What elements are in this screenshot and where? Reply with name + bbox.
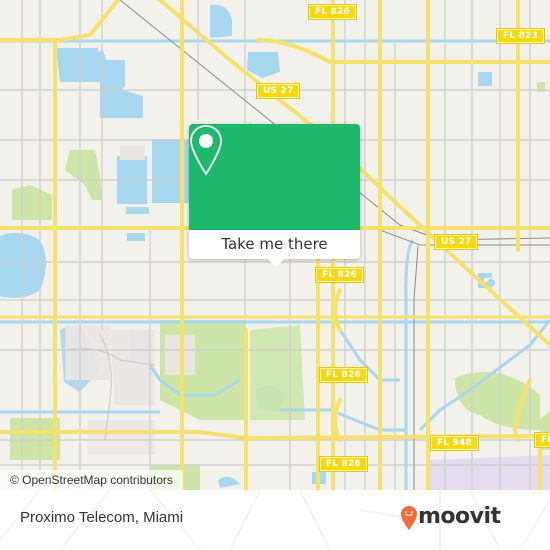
road-label-fl-826: FL 826	[320, 368, 368, 382]
location-popup[interactable]: Take me there	[189, 124, 360, 267]
popup-header[interactable]	[189, 124, 360, 230]
road-label-fl: FL	[535, 433, 550, 447]
place-name: Proximo Telecom, Miami	[20, 509, 184, 526]
road-label-us-27: US 27	[257, 84, 300, 98]
road-label-fl-826: FL 826	[316, 268, 364, 282]
road-label-fl-948: FL 948	[431, 436, 479, 450]
moovit-wordmark: moovit	[418, 504, 501, 529]
take-me-there-button[interactable]: Take me there	[189, 230, 360, 259]
popup-pointer	[267, 258, 285, 267]
road-label-fl-826: FL 826	[309, 5, 357, 19]
footer: Proximo Telecom, Miami moovit	[0, 490, 550, 550]
map-view[interactable]: FL 826 FL 823 US 27 US 27 FL 826 FL 826 …	[0, 0, 550, 490]
road-label-fl-826: FL 826	[320, 457, 368, 471]
map-attribution[interactable]: © OpenStreetMap contributors	[0, 470, 183, 490]
road-label-us-27: US 27	[435, 235, 478, 249]
airport-area	[430, 455, 550, 490]
moovit-pin-icon	[401, 506, 417, 530]
road-label-fl-823: FL 823	[497, 29, 545, 43]
take-me-there-label: Take me there	[221, 235, 328, 253]
map-pin-icon	[190, 125, 222, 176]
